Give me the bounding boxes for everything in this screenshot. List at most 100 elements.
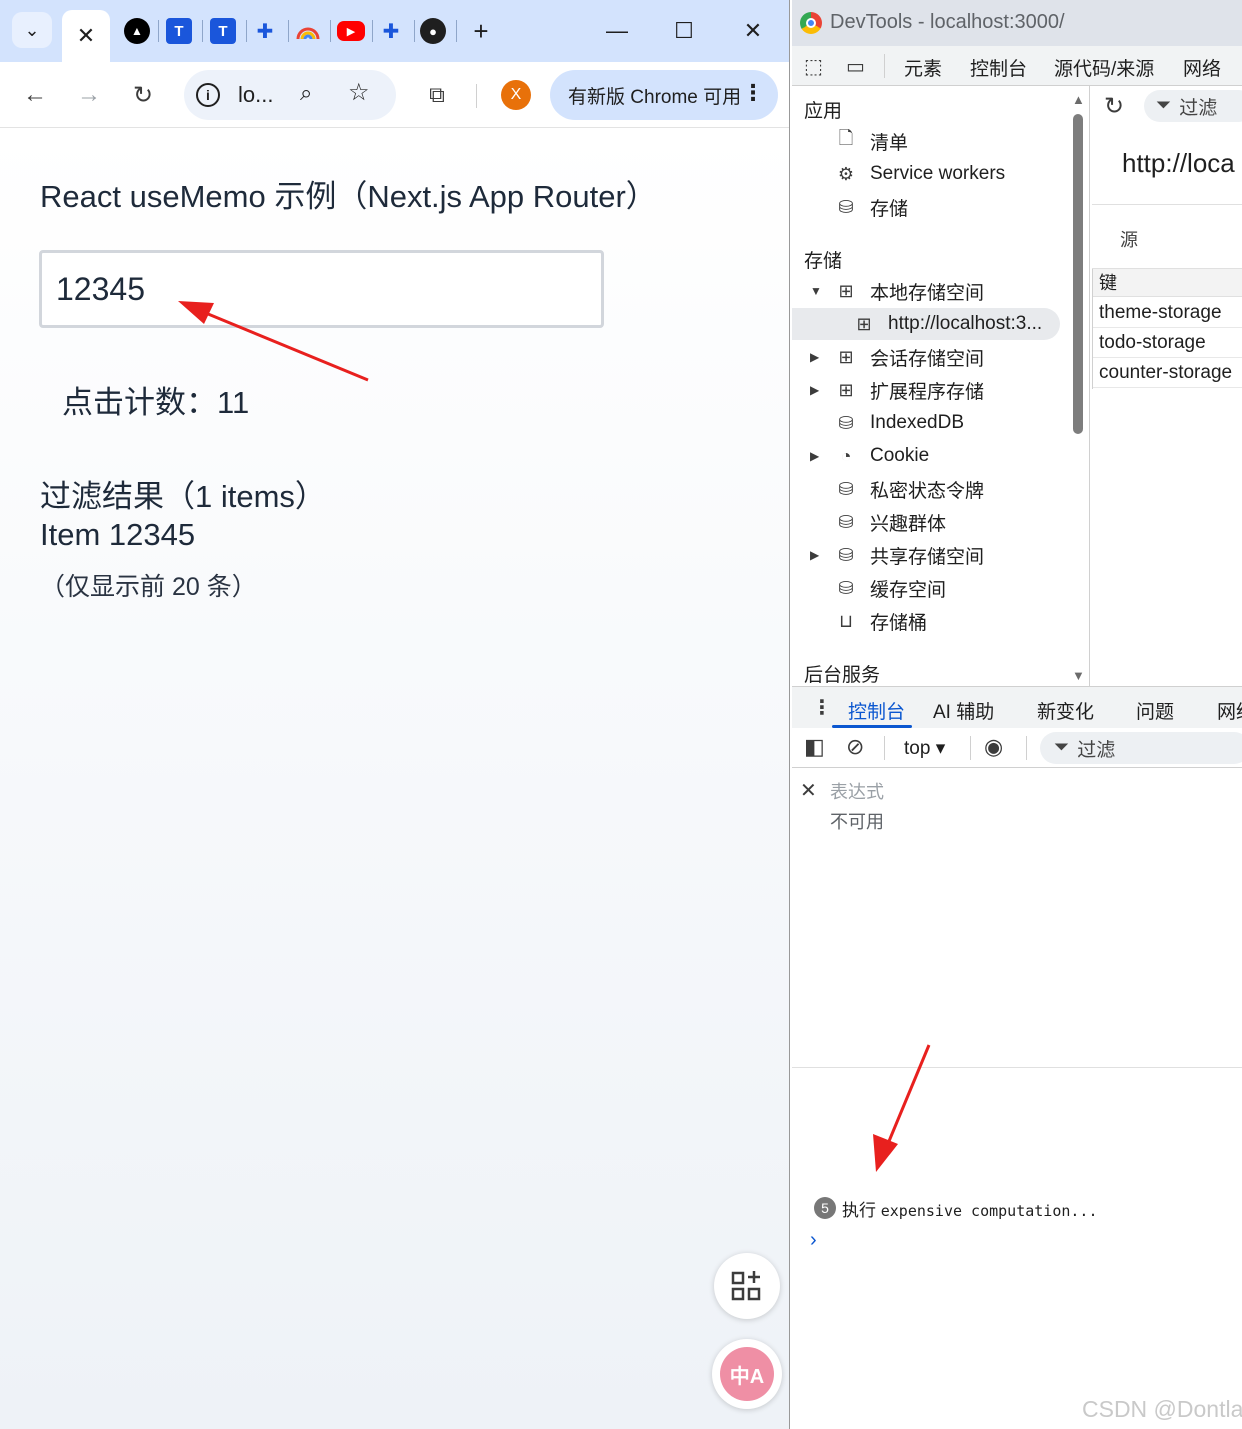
device-toolbar-icon[interactable]: ▭	[846, 54, 865, 79]
maximize-button[interactable]: ☐	[667, 14, 701, 48]
url-text[interactable]: lo...	[238, 82, 273, 108]
more-menu-icon[interactable]: ⋮	[742, 80, 764, 106]
rainbow-icon[interactable]	[295, 18, 321, 44]
sidebar-item-label: 共享存储空间	[870, 546, 985, 568]
close-icon: ✕	[743, 18, 763, 43]
table-icon: ⊞	[838, 280, 854, 301]
live-expression-label[interactable]: 表达式	[830, 778, 884, 804]
sidebar-item-label: 本地存储空间	[870, 282, 985, 304]
github-icon[interactable]: ●	[420, 18, 446, 44]
drawer-tab-console[interactable]: 控制台	[848, 697, 905, 724]
context-selector[interactable]: top ▾	[904, 737, 945, 760]
scroll-up-arrow-icon[interactable]: ▲	[1072, 92, 1085, 107]
back-button[interactable]: ←	[16, 76, 54, 114]
tab-elements[interactable]: 元素	[904, 54, 942, 81]
table-row[interactable]: theme-storage	[1092, 298, 1242, 328]
sidebar-item-service-workers[interactable]: ⚙ Service workers	[834, 159, 1005, 189]
puzzle-icon[interactable]: ✚	[252, 18, 278, 44]
toolbar-divider	[884, 736, 885, 760]
tab-search-button[interactable]: ⌄	[12, 12, 52, 48]
toolbar-divider	[970, 736, 971, 760]
devtools-titlebar: DevTools - localhost:3000/	[792, 0, 1242, 46]
sidebar-item-localhost[interactable]: ⊞ http://localhost:3...	[852, 309, 1042, 339]
scroll-down-arrow-icon[interactable]: ▼	[1072, 668, 1085, 683]
inspect-element-icon[interactable]: ⬚	[804, 54, 823, 79]
console-filter-input[interactable]: ⏷ 过滤	[1040, 732, 1242, 764]
sidebar-item-cache-storage[interactable]: ⛁ 缓存空间	[834, 573, 946, 603]
sidebar-item-shared-storage[interactable]: ▶ ⛁ 共享存储空间	[810, 540, 985, 570]
new-tab-button[interactable]: +	[464, 14, 498, 48]
drawer-tab-network[interactable]: 网络	[1217, 697, 1242, 724]
tab-sources[interactable]: 源代码/来源	[1054, 54, 1154, 81]
sidebar-item-label: Service workers	[870, 163, 1006, 184]
sidebar-scrollbar[interactable]	[1073, 114, 1083, 434]
table-row[interactable]: todo-storage	[1092, 328, 1242, 358]
remove-expression-icon[interactable]: ✕	[800, 778, 817, 803]
expand-arrow-right-icon[interactable]: ▶	[810, 350, 819, 364]
active-tab[interactable]: ✕	[62, 10, 110, 62]
address-bar[interactable]: i lo... ⌕ ☆	[184, 70, 396, 120]
drawer-menu-icon[interactable]: ⋮	[812, 695, 832, 720]
tab-network[interactable]: 网络	[1183, 54, 1221, 81]
toolbar-divider	[476, 84, 477, 108]
tab-console[interactable]: 控制台	[970, 54, 1027, 81]
tab-divider	[330, 20, 331, 42]
close-window-button[interactable]: ✕	[736, 14, 770, 48]
close-icon[interactable]: ✕	[77, 23, 95, 49]
tab-divider	[372, 20, 373, 42]
profile-avatar[interactable]: X	[501, 80, 531, 110]
chrome-update-button[interactable]: 有新版 Chrome 可用 ⋮	[550, 70, 778, 120]
t-icon[interactable]: T	[166, 18, 192, 44]
youtube-icon[interactable]: ▶	[337, 21, 365, 41]
zoom-icon[interactable]: ⌕	[300, 80, 312, 106]
expand-arrow-right-icon[interactable]: ▶	[810, 449, 819, 463]
filter-result-heading: 过滤结果（1 items）	[40, 479, 326, 514]
sidebar-toggle-icon[interactable]: ◧	[804, 734, 825, 760]
expand-arrow-down-icon[interactable]: ▼	[810, 284, 822, 298]
t-icon[interactable]: T	[210, 18, 236, 44]
drawer-tab-issues[interactable]: 问题	[1136, 697, 1174, 724]
sidebar-item-manifest[interactable]: 🗋 清单	[834, 126, 908, 156]
expand-arrow-right-icon[interactable]: ▶	[810, 383, 819, 397]
sidebar-item-storage[interactable]: ⛁ 存储	[834, 192, 908, 222]
tab-divider	[158, 20, 159, 42]
console-prompt-icon[interactable]: ›	[810, 1229, 817, 1252]
sidebar-item-interest-groups[interactable]: ⛁ 兴趣群体	[834, 507, 946, 537]
sidebar-item-extension-storage[interactable]: ▶ ⊞ 扩展程序存储	[810, 375, 984, 405]
live-expression-value: 不可用	[830, 812, 884, 832]
tab-divider	[884, 54, 885, 78]
chevron-down-icon: ⌄	[24, 19, 40, 40]
puzzle-icon[interactable]: ✚	[378, 18, 404, 44]
key-column-header[interactable]: 键	[1092, 269, 1242, 297]
drawer-tab-whats-new[interactable]: 新变化	[1037, 697, 1094, 724]
table-row[interactable]: counter-storage	[1092, 358, 1242, 388]
column-divider	[1092, 269, 1093, 389]
extensions-button[interactable]: ⧉	[418, 76, 456, 114]
sidebar-item-cookie[interactable]: ▶ ◔ Cookie	[810, 441, 930, 471]
add-widget-button[interactable]	[714, 1253, 780, 1319]
refresh-icon[interactable]: ↻	[1104, 92, 1124, 121]
sidebar-item-private-state-tokens[interactable]: ⛁ 私密状态令牌	[834, 474, 984, 504]
drawer-tab-ai-assist[interactable]: AI 辅助	[933, 697, 994, 724]
reload-button[interactable]: ↻	[124, 76, 162, 114]
sidebar-item-label: Cookie	[870, 445, 930, 466]
translate-button[interactable]: 中A	[712, 1339, 782, 1409]
sidebar-item-session-storage[interactable]: ▶ ⊞ 会话存储空间	[810, 342, 984, 372]
puzzle-outline-icon: ⧉	[429, 82, 445, 107]
minimize-button[interactable]: —	[600, 14, 634, 48]
log-text: expensive computation...	[880, 1202, 1098, 1220]
sidebar-item-indexeddb[interactable]: ⛁ IndexedDB	[834, 408, 964, 438]
clear-console-icon[interactable]: ⊘	[846, 734, 864, 760]
number-input[interactable]	[39, 250, 604, 328]
forward-button[interactable]: →	[70, 76, 108, 114]
sidebar-item-local-storage[interactable]: ▼ ⊞ 本地存储空间	[810, 276, 985, 306]
console-log-message[interactable]: 执行 expensive computation...	[842, 1196, 1097, 1221]
site-info-icon[interactable]: i	[196, 83, 220, 107]
storage-filter-input[interactable]: ⏷ 过滤	[1144, 90, 1242, 122]
vercel-icon[interactable]: ▲	[124, 18, 150, 44]
bookmark-star-icon[interactable]: ☆	[348, 78, 370, 107]
sidebar-item-storage-buckets[interactable]: ⊔ 存储桶	[834, 606, 927, 636]
expand-arrow-right-icon[interactable]: ▶	[810, 548, 819, 562]
database-icon: ⛁	[838, 412, 854, 433]
eye-icon[interactable]: ◉	[984, 734, 1003, 760]
